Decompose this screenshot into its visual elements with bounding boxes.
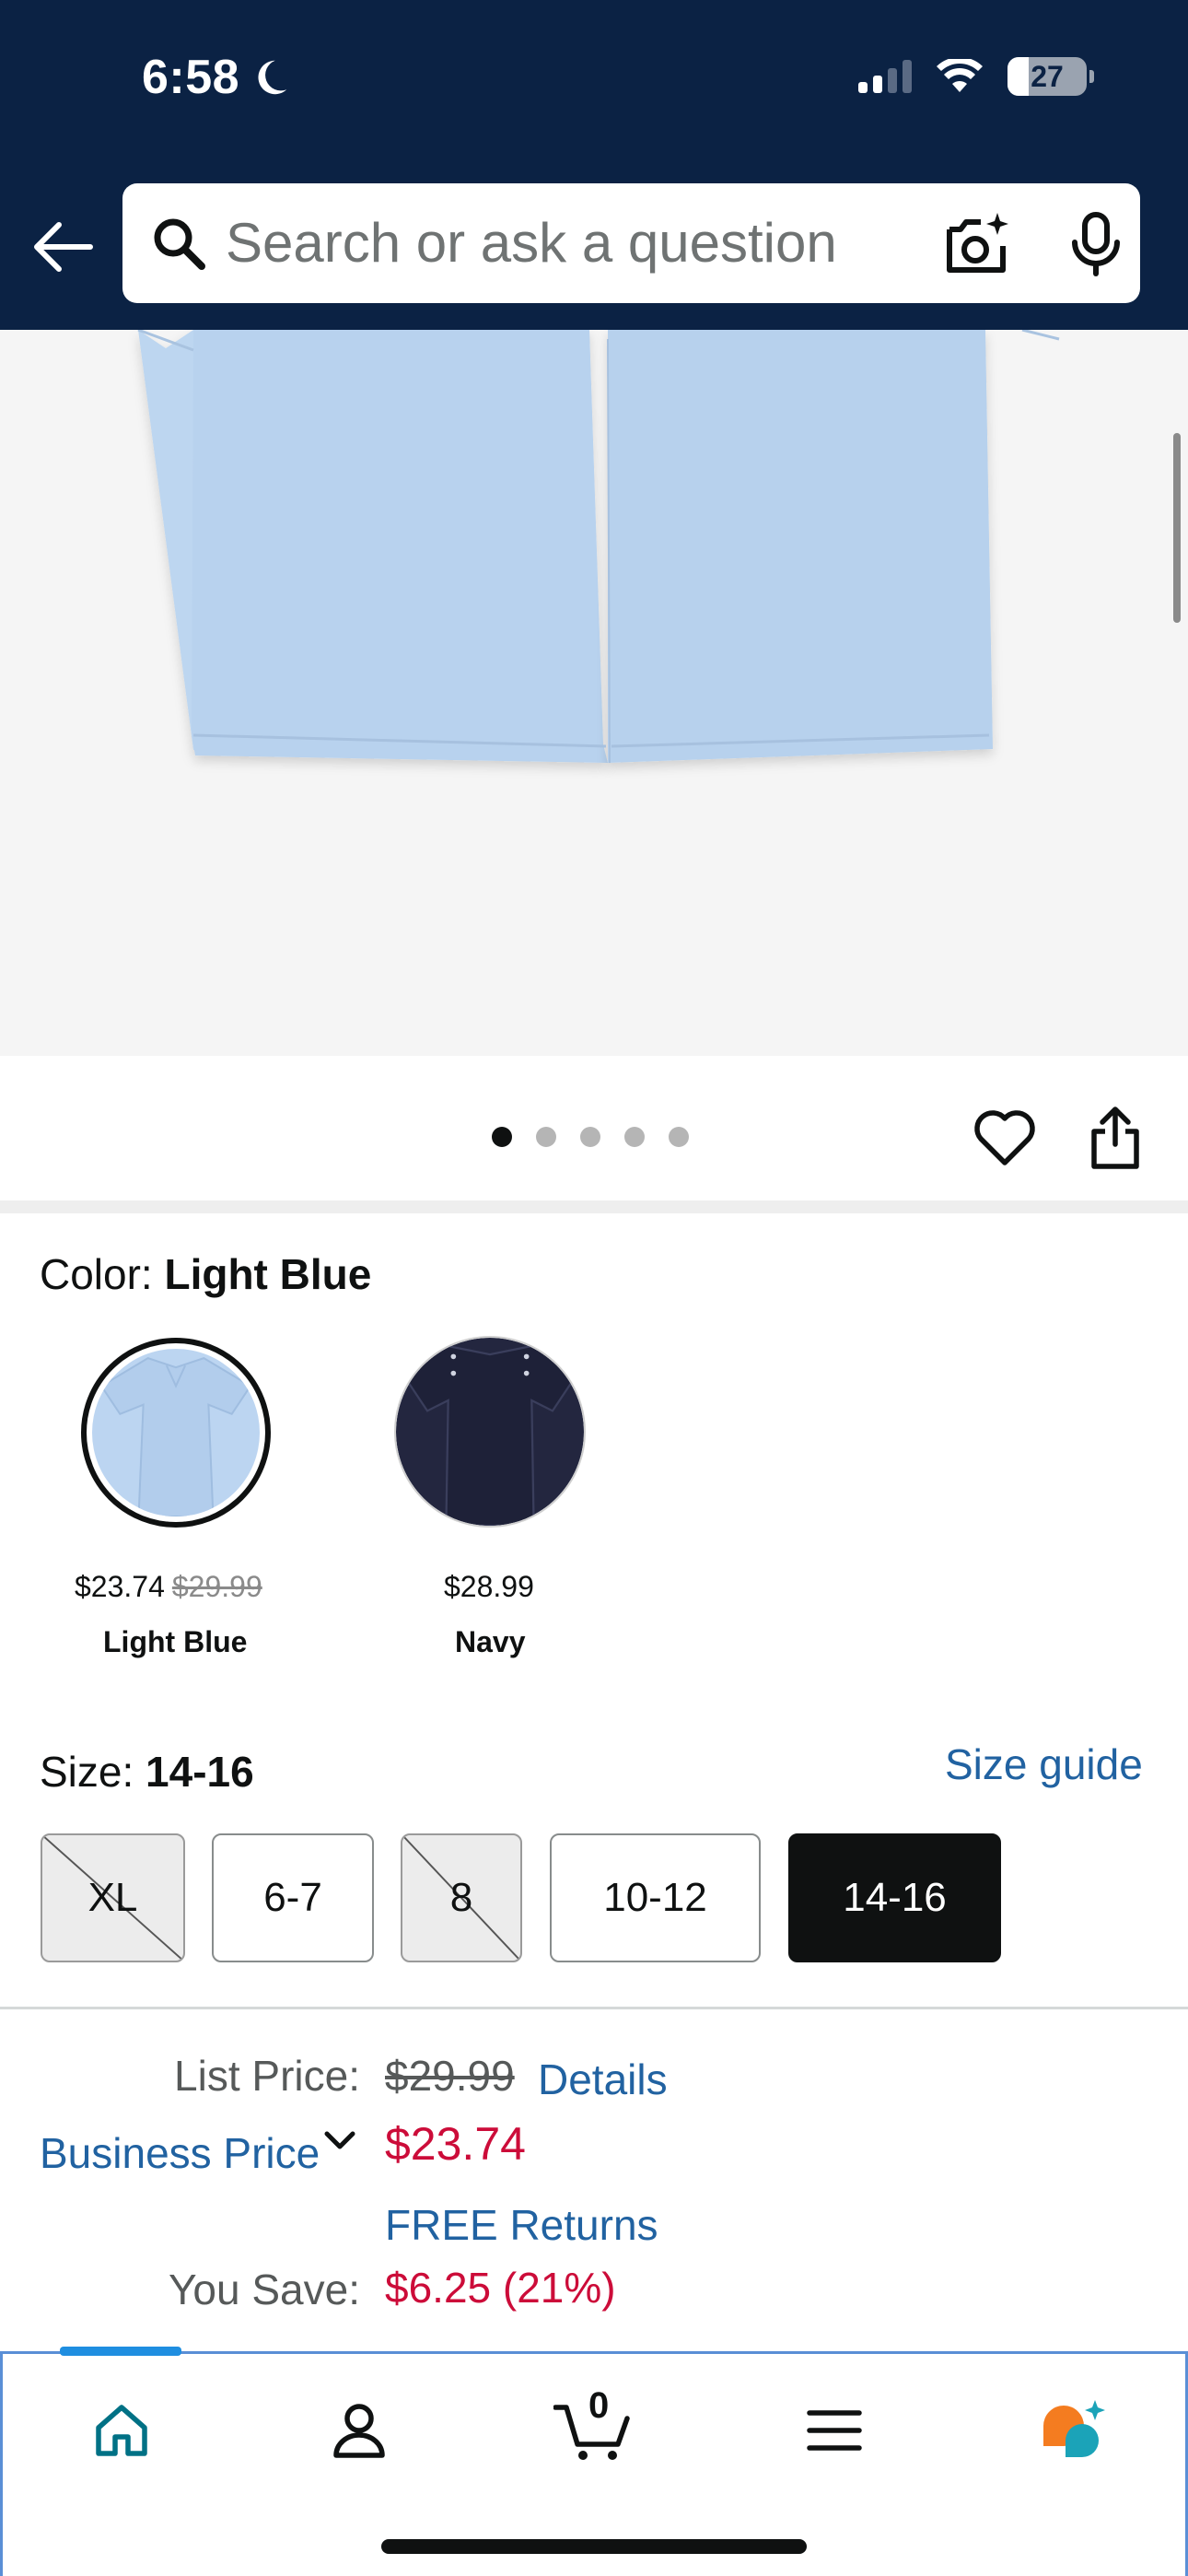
you-save-label: You Save: [168,2266,360,2313]
menu-icon [807,2410,862,2451]
nav-account[interactable] [320,2391,399,2470]
size-label-prefix: Size: [40,1748,146,1796]
size-option-label: 8 [449,1875,473,1920]
battery-icon: 27 [1007,57,1094,96]
pagination-dot[interactable] [492,1127,512,1147]
light-blue-sale-price: $23.74 [75,1570,165,1603]
size-selected-value: 14-16 [146,1748,254,1796]
section-divider [0,2007,1188,2009]
user-icon [333,2404,385,2458]
nav-menu[interactable] [795,2391,874,2470]
size-option-label: 10-12 [603,1875,707,1920]
size-option-xl[interactable]: XL [41,1833,185,1962]
you-save-value: $6.25 (21%) [385,2264,616,2312]
navy-name: Navy [455,1625,526,1658]
polo-shirts-image [137,328,1060,764]
share-icon[interactable] [1087,1104,1144,1172]
status-time: 6:58 [142,51,240,104]
color-swatch-light-blue[interactable] [81,1338,271,1528]
size-option-label: 6-7 [263,1875,322,1920]
nav-home[interactable] [82,2391,161,2470]
color-selected-value: Light Blue [164,1250,372,1298]
camera-lens-icon[interactable] [940,209,1012,281]
wishlist-heart-icon[interactable] [973,1107,1037,1168]
size-option-10-12[interactable]: 10-12 [550,1833,761,1962]
size-option-6-7[interactable]: 6-7 [212,1833,374,1962]
color-label: Color: Light Blue [40,1249,371,1299]
size-option-8[interactable]: 8 [401,1833,522,1962]
size-option-14-16[interactable]: 14-16 [788,1833,1001,1962]
list-price-value: $29.99 [385,2052,515,2100]
cart-count: 0 [588,2385,610,2426]
back-arrow-icon [34,222,93,272]
business-price-toggle[interactable]: Business Price [40,2128,320,2178]
list-price-label: List Price: [174,2052,360,2100]
business-price-value: $23.74 [385,2118,526,2170]
product-image[interactable] [0,328,1188,1056]
color-swatch-navy[interactable] [394,1336,586,1528]
nav-rufus[interactable] [1032,2391,1112,2470]
search-input[interactable]: Search or ask a question [122,183,1140,303]
light-blue-name: Light Blue [103,1625,248,1658]
pagination-dot[interactable] [624,1127,645,1147]
battery-level: 27 [1031,59,1064,93]
microphone-icon[interactable] [1064,211,1128,277]
cellular-signal-icon [858,60,912,93]
pagination-dot[interactable] [580,1127,600,1147]
home-indicator-bar[interactable] [381,2539,807,2554]
status-time-group: 6:58 [142,50,291,105]
size-guide-link[interactable]: Size guide [945,1739,1143,1789]
home-icon [96,2405,147,2456]
status-indicators: 27 [858,57,1094,96]
wifi-icon [937,59,983,92]
rufus-assistant-icon [1043,2400,1105,2457]
navy-price: $28.99 [444,1570,534,1603]
section-divider [0,1200,1188,1213]
moon-icon [258,60,287,95]
navy-shirt-thumbnail [396,1338,584,1526]
nav-cart[interactable]: 0 [553,2385,633,2470]
size-option-label: XL [87,1875,138,1920]
chevron-down-icon[interactable] [322,2126,357,2154]
size-option-label: 14-16 [843,1875,947,1920]
active-tab-indicator [60,2347,181,2356]
light-blue-shirt-thumbnail [92,1349,260,1516]
light-blue-price: $23.74 $29.99 [75,1570,262,1604]
image-pagination[interactable] [492,1127,689,1147]
size-label: Size: 14-16 [40,1747,254,1797]
details-link[interactable]: Details [538,2055,668,2104]
search-icon [154,218,205,270]
page-scrollbar[interactable] [1173,433,1181,623]
color-label-prefix: Color: [40,1250,165,1298]
back-button[interactable] [28,217,96,276]
header-bar: 6:58 27 Search or ask a question [0,0,1188,330]
pagination-dot[interactable] [669,1127,689,1147]
free-returns-link[interactable]: FREE Returns [385,2200,658,2250]
light-blue-list-price: $29.99 [171,1570,262,1603]
search-placeholder: Search or ask a question [226,212,837,274]
pagination-dot[interactable] [536,1127,556,1147]
